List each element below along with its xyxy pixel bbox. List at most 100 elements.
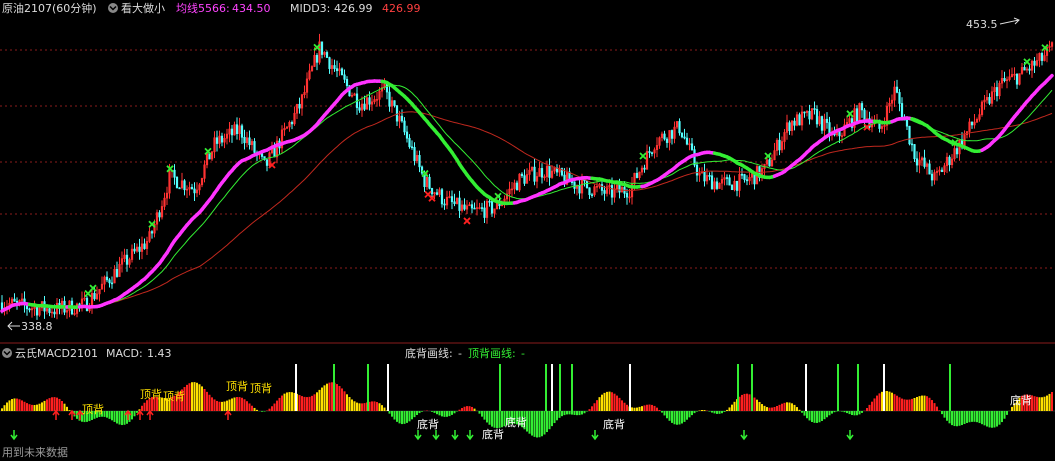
macd-bar [728,407,731,411]
macd-bar [681,411,683,424]
macd-bar [361,403,363,411]
macd-bar [791,403,793,411]
macd-bar [616,395,618,411]
top-div-value: - [521,347,525,360]
macd-bar [466,406,468,411]
macd-bar [488,411,491,425]
macd-bar [771,407,773,411]
macd-bar [63,403,66,411]
macd-bar [986,411,988,427]
macd-bar [8,400,11,411]
candle-body [158,212,161,218]
macd-bar [913,397,916,411]
macd-bar [623,402,626,411]
macd-bar [283,393,286,411]
macd-bar [203,389,206,411]
macd-bar [796,407,798,411]
candle-body [815,109,819,125]
macd-arrow [52,409,60,420]
candle-body [610,185,614,198]
candle-body [895,86,899,93]
macd-bar [686,411,688,420]
macd-bar [278,397,281,411]
candle-body [625,193,629,198]
macd-bar [446,411,448,417]
macd-bar [741,394,743,411]
macd-bar [496,411,498,429]
sub-chevron-icon[interactable] [2,348,12,358]
candle-body [463,204,466,210]
macd-bar [433,411,436,413]
high-annotation: 453.5 [966,17,1020,31]
candle-body [328,57,331,69]
candle-body [678,121,681,134]
bottom-divergence-label: 底背 [505,415,527,429]
macd-bar [658,409,661,411]
macd-bar [643,405,646,411]
candle-body [358,107,361,111]
macd-arrow [10,430,18,441]
candle-body [1015,73,1019,85]
candle-body [715,181,719,189]
candle-body [643,167,646,170]
macd-bar [958,411,961,426]
macd-bar [398,411,401,424]
macd-bar [1041,397,1043,411]
indicator-chevron-icon[interactable] [108,3,118,13]
candle-body [940,169,944,173]
candle-body [470,204,474,209]
candle-body [808,110,811,120]
macd-bar [618,397,621,411]
midd-value: 426.99 [334,2,373,15]
x-marker [463,217,471,225]
macd-bar [448,411,451,417]
top-div-label: 顶背画线: [468,346,516,360]
macd-bar [351,399,353,411]
macd-bar [841,411,843,412]
macd-histogram [0,364,1055,441]
macd-bar [31,404,33,411]
macd-bar [991,411,993,428]
top-divergence-label: 顶背 [250,381,272,395]
macd-bar [786,402,788,411]
macd-arrow [451,430,459,441]
candle-body [393,100,396,106]
indicator-name: 看大做小 [121,1,165,15]
macd-bar [593,403,596,411]
macd-bar [636,407,638,411]
macd-bar [66,406,68,411]
macd-bar [873,398,876,411]
candle-body [743,174,746,180]
macd-bar [893,394,896,411]
macd-bar [911,398,913,411]
macd-bar [301,396,303,411]
candle-body [768,159,771,167]
macd-bar [881,391,883,411]
macd-bar [186,384,188,411]
candle-body [788,122,791,131]
macd-bar [493,411,496,428]
macd-bar [726,409,728,411]
candle-body [105,276,109,281]
macd-bar [588,409,591,411]
candle-body [483,207,486,218]
macd-bar [633,407,636,411]
macd-bar [353,401,356,411]
macd-bar [783,402,786,411]
candle-body [490,201,494,214]
macd-bar [358,403,361,411]
bottom-divergence-label: 底背 [482,427,504,441]
macd-bar [418,411,421,414]
macd-bar [641,406,643,411]
candle-body [900,103,904,119]
macd-bar [451,411,453,415]
macd-bar [233,397,236,411]
macd-bar [431,411,433,412]
macd-bar [566,411,568,415]
macd-arrow [224,409,232,420]
ma-label: 均线5566: [176,1,230,15]
macd-bar [826,411,828,418]
candle-body [735,180,739,191]
macd-bar [693,411,696,414]
macd-bar [241,397,243,411]
